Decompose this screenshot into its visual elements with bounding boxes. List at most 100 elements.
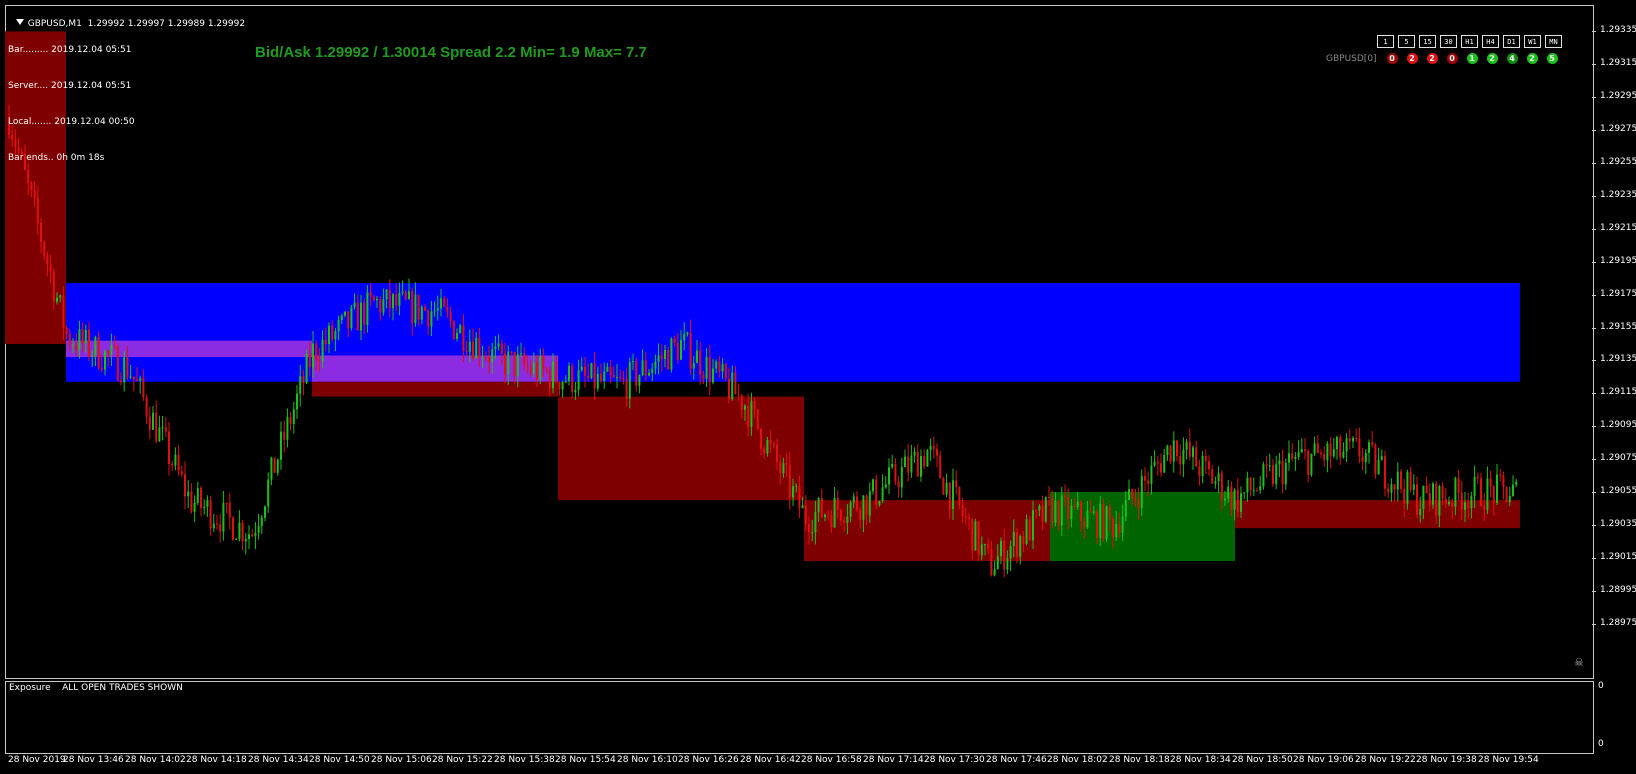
candle-body [1505,486,1508,503]
candle-body [1076,501,1079,508]
candle-body [254,532,257,537]
candle-body [1083,520,1086,528]
price-chart[interactable] [0,0,1636,774]
candle-body [1294,457,1297,459]
tf-button-h1[interactable]: H1 [1461,35,1478,48]
time-tick-label: 28 Nov 17:46 [986,755,1047,765]
candle-body [337,320,340,332]
tf-button-d1[interactable]: D1 [1503,35,1520,48]
candle-body [110,345,113,355]
candle-body [1188,441,1191,457]
candle-body [987,544,990,550]
candle-body [936,448,938,456]
candle-body [907,456,910,473]
candle-body [881,487,884,501]
candle-body [1032,510,1034,541]
candle-body [980,544,983,556]
exposure-label: Exposure ALL OPEN TRADES SHOWN [9,683,183,693]
tf-button-m1[interactable]: 1 [1377,35,1394,48]
candle-body [302,376,305,383]
candle-body [1105,506,1108,540]
tf-button-m5[interactable]: 5 [1398,35,1415,48]
candle-body [897,481,900,488]
candle-body [971,518,974,551]
candle-body [1044,496,1047,522]
candle-body [968,517,970,519]
candle-body [1195,447,1198,467]
candle-body [1425,485,1428,494]
tf-button-m30[interactable]: 30 [1440,35,1457,48]
candle-body [859,509,862,520]
candle-body [516,354,519,376]
candle-body [449,311,452,322]
candle-body [187,491,190,497]
candle-body [1412,484,1415,490]
candle-body [814,512,817,533]
candle-body [747,405,750,427]
candle-body [1172,440,1175,462]
candle-body [251,534,254,537]
candle-body [1441,486,1444,499]
strength-dot: 2 [1526,53,1538,64]
candle-body [321,339,324,362]
candle-body [993,569,996,576]
candle-body [507,351,510,375]
candle-body [1387,488,1390,493]
candle-body [1025,519,1028,544]
candle-body [68,333,71,346]
candle-body [1288,453,1290,463]
candle-body [427,310,430,327]
candle-body [456,333,458,339]
candle-body [955,480,958,488]
candle-body [84,329,87,344]
candle-body [372,296,375,301]
time-tick-label: 28 Nov 15:22 [432,755,493,765]
time-tick-label: 28 Nov 17:14 [863,755,924,765]
candle-body [817,497,820,513]
price-tick-mark [1592,590,1596,592]
candle-body [1156,461,1159,464]
time-tick-label: 28 Nov 14:34 [248,755,309,765]
tf-button-w1[interactable]: W1 [1524,35,1541,48]
candle-body [619,377,622,379]
candle-body [484,357,487,359]
strength-dot: 5 [1546,53,1558,64]
candle-body [1451,501,1454,507]
candle-body [1396,471,1399,490]
time-tick-label: 28 Nov 15:38 [494,755,555,765]
candle-body [315,343,318,361]
candle-body [1051,497,1054,523]
tf-button-m15[interactable]: 15 [1419,35,1436,48]
candle-body [1384,456,1386,489]
candle-body [1243,492,1246,494]
candle-body [100,367,103,370]
candle-body [900,466,903,488]
candle-body [1380,456,1383,460]
candle-body [305,353,308,383]
tf-button-h4[interactable]: H4 [1482,35,1499,48]
candle-body [1390,484,1393,493]
time-tick-label: 28 Nov 16:58 [801,755,862,765]
candle-body [872,479,874,492]
candle-body [635,361,638,386]
candle-body [196,488,199,503]
tf-button-mn[interactable]: MN [1545,35,1562,48]
bar-info-panel: Bar......... 2019.12.04 05:51 Server....… [8,20,135,176]
candle-body [1364,452,1367,463]
candle-body [123,357,126,383]
candle-body [289,417,292,425]
candle-body [849,502,852,517]
candle-body [616,377,618,379]
price-tick-label: 1.29135 [1600,354,1636,365]
candle-body [94,337,97,356]
candle-body [942,478,945,495]
candle-body [1048,496,1050,498]
candle-body [712,368,714,383]
candle-body [1486,478,1489,510]
candle-body [574,389,577,393]
candle-body [1438,486,1441,516]
candle-body [1179,456,1182,465]
candle-body [468,341,471,352]
candle-body [750,401,753,427]
bar-ends-countdown: Bar ends.. 0h 0m 18s [8,153,105,163]
